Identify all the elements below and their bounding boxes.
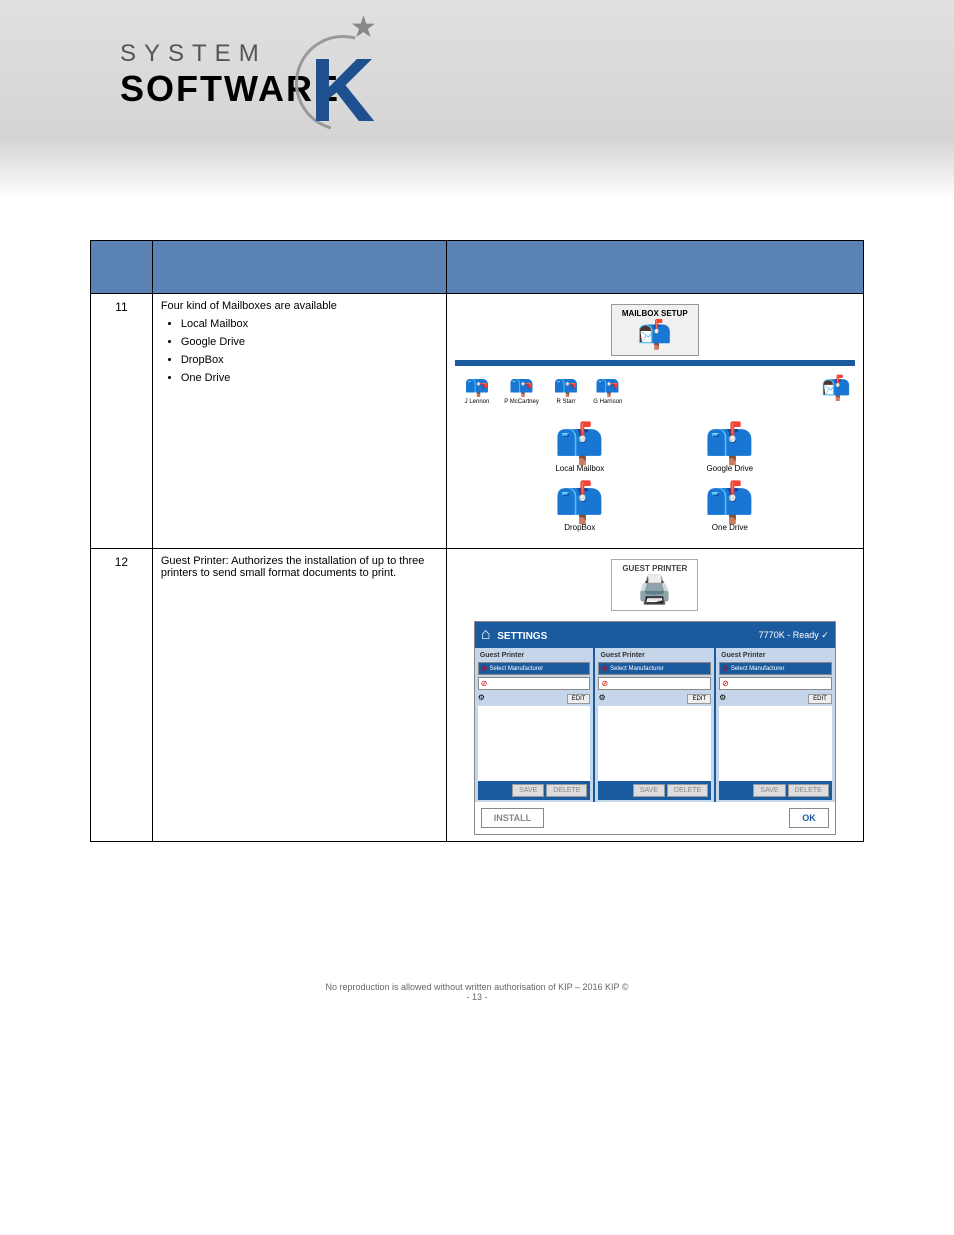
list-item: One Drive: [181, 372, 438, 384]
prohibit-icon: ⊘: [481, 664, 488, 673]
ok-button[interactable]: OK: [789, 808, 829, 828]
logo-line2: SOFTWARE: [120, 68, 954, 110]
table-header-row: [91, 241, 864, 294]
manufacturer-select[interactable]: ⊘Select Manufacturer: [598, 662, 711, 675]
mailbox-type-option[interactable]: 📫Local Mailbox: [525, 424, 635, 473]
edit-button[interactable]: EDIT: [808, 694, 832, 704]
mailbox-setup-label: MAILBOX SETUP: [622, 309, 688, 318]
table-row: 12 Guest Printer: Authorizes the install…: [91, 549, 864, 842]
option-label: One Drive: [712, 523, 748, 532]
page-footer: No reproduction is allowed without writt…: [90, 982, 864, 1002]
manufacturer-select[interactable]: ⊘Select Manufacturer: [478, 662, 591, 675]
step-screenshot: GUEST PRINTER 🖨️ ⌂ SETTINGS 7770K - Read…: [446, 549, 863, 842]
prohibit-icon: ⊘: [722, 664, 729, 673]
table-row: 11 Four kind of Mailboxes are available …: [91, 294, 864, 549]
mailbox-icon: 📪: [504, 374, 539, 399]
list-item: Google Drive: [181, 336, 438, 348]
settings-header: ⌂ SETTINGS 7770K - Ready ✓: [475, 622, 835, 648]
list-item: DropBox: [181, 354, 438, 366]
step-number: 12: [91, 549, 153, 842]
step-screenshot: MAILBOX SETUP 📬 📪J Lennon 📪P McCartney 📪…: [446, 294, 863, 549]
add-mailbox-button[interactable]: 📬: [821, 374, 851, 403]
save-button[interactable]: SAVE: [753, 784, 785, 797]
status-ok-icon: ✓: [821, 630, 829, 640]
mailbox-setup-button[interactable]: MAILBOX SETUP 📬: [611, 304, 699, 356]
guest-printer-label: GUEST PRINTER: [622, 564, 687, 573]
printer-icon: 🖨️: [637, 574, 672, 605]
save-button[interactable]: SAVE: [512, 784, 544, 797]
save-button[interactable]: SAVE: [633, 784, 665, 797]
mailbox-icon: 📪: [465, 374, 490, 399]
guest-printer-columns: Guest Printer ⊘Select Manufacturer ⊘ ⚙ ED…: [475, 648, 835, 802]
manufacturer-select[interactable]: ⊘Select Manufacturer: [719, 662, 832, 675]
mailbox-type-option[interactable]: 📫DropBox: [525, 483, 635, 532]
dialog-bottom-bar: INSTALL OK: [475, 802, 835, 834]
printer-status: 7770K - Ready ✓: [759, 630, 829, 641]
prohibit-icon: ⊘: [601, 679, 608, 688]
option-label: Google Drive: [706, 464, 753, 473]
mailbox-icon: 📪: [593, 374, 622, 399]
logo-k: K: [310, 40, 375, 143]
network-icon: ⚙: [719, 693, 726, 702]
prohibit-icon: ⊘: [481, 679, 488, 688]
copyright-text: No reproduction is allowed without writt…: [326, 982, 620, 992]
mailbox-label: P McCartney: [504, 399, 539, 405]
mailbox-icon: 📫: [525, 483, 635, 523]
guest-printer-column: Guest Printer ⊘Select Manufacturer ⊘ ⚙ ED…: [595, 648, 716, 802]
install-button[interactable]: INSTALL: [481, 808, 544, 828]
existing-mailboxes-row: 📪J Lennon 📪P McCartney 📪R Starr 📪G Harri…: [455, 360, 855, 414]
desc-intro: Four kind of Mailboxes are available: [161, 300, 438, 312]
mailbox-label: J Lennon: [465, 399, 490, 405]
mailbox-item[interactable]: 📪G Harrison: [593, 374, 622, 405]
mailbox-label: G Harrison: [593, 399, 622, 405]
delete-button[interactable]: DELETE: [667, 784, 708, 797]
mailbox-type-option[interactable]: 📫One Drive: [675, 483, 785, 532]
model-field[interactable]: ⊘: [598, 677, 711, 690]
mailbox-type-grid: 📫Local Mailbox 📫Google Drive 📫DropBox 📫O…: [525, 424, 785, 532]
model-field[interactable]: ⊘: [719, 677, 832, 690]
guest-printer-column: Guest Printer ⊘Select Manufacturer ⊘ ⚙ ED…: [475, 648, 596, 802]
settings-title: SETTINGS: [497, 631, 547, 642]
document-content: 11 Four kind of Mailboxes are available …: [0, 200, 954, 1022]
mailbox-icon: 📫: [675, 424, 785, 464]
page-header: ★ SYSTEM SOFTWARE K: [0, 0, 954, 200]
column-title: Guest Printer: [478, 650, 591, 661]
mailbox-label: R Starr: [557, 399, 576, 405]
network-icon: ⚙: [478, 693, 485, 702]
guest-printer-column: Guest Printer ⊘Select Manufacturer ⊘ ⚙ ED…: [716, 648, 835, 802]
list-item: Local Mailbox: [181, 318, 438, 330]
mailbox-item[interactable]: 📪J Lennon: [465, 374, 490, 405]
guest-printer-button[interactable]: GUEST PRINTER 🖨️: [611, 559, 698, 611]
prohibit-icon: ⊘: [722, 679, 729, 688]
edit-button[interactable]: EDIT: [567, 694, 591, 704]
mailbox-item[interactable]: 📪R Starr: [554, 374, 579, 405]
home-icon[interactable]: ⌂: [481, 626, 491, 643]
page-number: - 13 -: [466, 992, 487, 1002]
settings-dialog: ⌂ SETTINGS 7770K - Ready ✓ Guest Printer…: [474, 621, 836, 835]
prohibit-icon: ⊘: [601, 664, 608, 673]
step-description: Four kind of Mailboxes are available Loc…: [152, 294, 446, 549]
mailbox-icon: 📪: [554, 374, 579, 399]
mailbox-type-option[interactable]: 📫Google Drive: [675, 424, 785, 473]
mailbox-icon: 📬: [637, 318, 672, 351]
steps-table: 11 Four kind of Mailboxes are available …: [90, 240, 864, 842]
mailbox-icon: 📫: [675, 483, 785, 523]
logo-line1: SYSTEM: [120, 40, 954, 68]
step-description: Guest Printer: Authorizes the installati…: [152, 549, 446, 842]
option-label: DropBox: [564, 523, 595, 532]
delete-button[interactable]: DELETE: [788, 784, 829, 797]
model-field[interactable]: ⊘: [478, 677, 591, 690]
column-title: Guest Printer: [719, 650, 832, 661]
step-number: 11: [91, 294, 153, 549]
mailbox-types-list: Local Mailbox Google Drive DropBox One D…: [181, 318, 438, 384]
delete-button[interactable]: DELETE: [546, 784, 587, 797]
column-title: Guest Printer: [598, 650, 711, 661]
option-label: Local Mailbox: [555, 464, 604, 473]
edit-button[interactable]: EDIT: [687, 694, 711, 704]
mailbox-item[interactable]: 📪P McCartney: [504, 374, 539, 405]
mailbox-icon: 📫: [525, 424, 635, 464]
network-icon: ⚙: [598, 693, 605, 702]
